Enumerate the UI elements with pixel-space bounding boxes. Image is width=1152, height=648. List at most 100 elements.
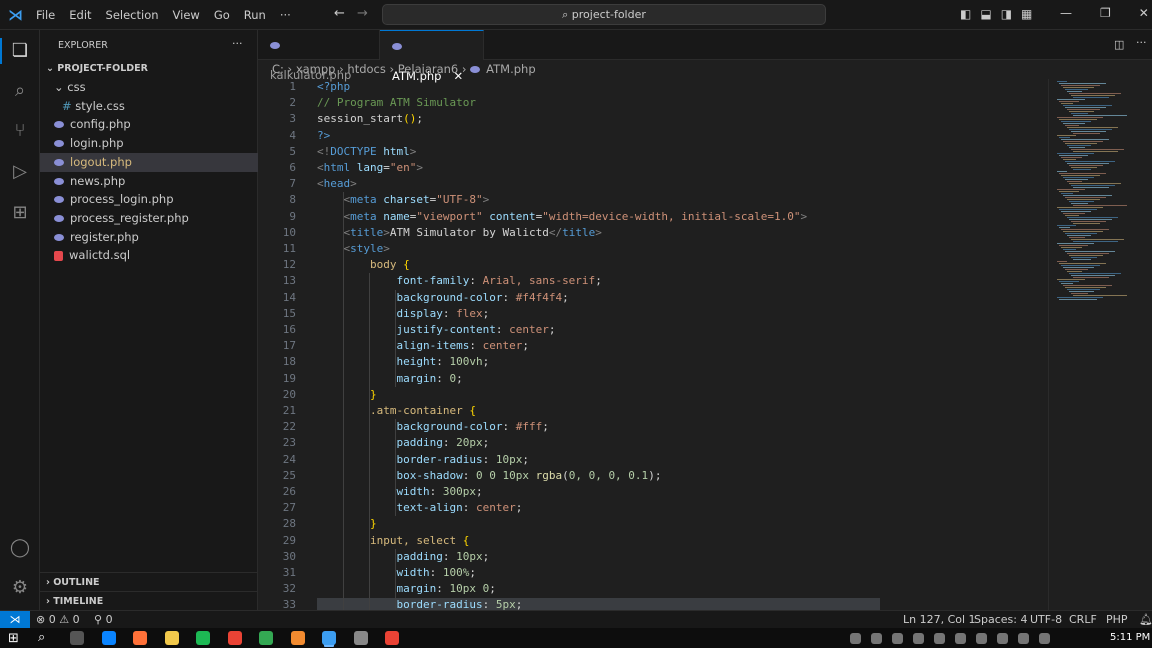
language-mode[interactable]: PHP <box>1106 611 1128 628</box>
code-line[interactable]: background-color: #f4f4f4; <box>317 291 568 304</box>
menu-go[interactable]: Go <box>214 8 230 22</box>
tree-item[interactable]: logout.php <box>40 152 258 172</box>
taskbar-app-icon[interactable] <box>259 631 273 645</box>
tray-icon[interactable] <box>892 633 903 644</box>
tray-icon[interactable] <box>955 633 966 644</box>
search-icon[interactable]: ⌕ <box>8 79 32 103</box>
close-window-button[interactable]: ✕ <box>1139 6 1149 20</box>
account-icon[interactable]: ◯ <box>8 536 32 560</box>
code-line[interactable]: session_start(); <box>317 112 423 125</box>
toggle-panel-icon[interactable]: ⬓ <box>980 7 991 21</box>
code-line[interactable]: <head> <box>317 177 357 190</box>
code-line[interactable]: <title>ATM Simulator by Walictd</title> <box>317 226 602 239</box>
code-line[interactable]: text-align: center; <box>317 501 522 514</box>
code-line[interactable]: font-family: Arial, sans-serif; <box>317 274 601 287</box>
tree-item[interactable]: config.php <box>40 115 258 134</box>
code-line[interactable]: ?> <box>317 129 330 142</box>
customize-layout-icon[interactable]: ▦ <box>1021 7 1032 21</box>
source-control-icon[interactable]: ⑂ <box>8 119 32 143</box>
breadcrumb-item[interactable]: htdocs <box>347 62 385 76</box>
code-line[interactable]: } <box>317 388 377 401</box>
problems-indicator[interactable]: ⊗ 0 ⚠ 0 <box>36 611 80 628</box>
code-line[interactable]: <style> <box>317 242 390 255</box>
minimap[interactable] <box>1048 79 1152 610</box>
tree-item[interactable]: # style.css <box>40 97 258 116</box>
code-line[interactable]: input, select { <box>317 534 469 547</box>
code-line[interactable]: width: 100%; <box>317 566 476 579</box>
menu-selection[interactable]: Selection <box>106 8 159 22</box>
tray-icon[interactable] <box>913 633 924 644</box>
extensions-icon[interactable]: ⊞ <box>8 201 32 225</box>
tray-icon[interactable] <box>871 633 882 644</box>
forward-arrow-icon[interactable]: → <box>357 6 368 21</box>
search-icon[interactable]: ⌕ <box>38 630 45 645</box>
code-line[interactable]: body { <box>317 258 410 271</box>
back-arrow-icon[interactable]: ← <box>334 6 345 21</box>
maximize-button[interactable]: ❐ <box>1100 6 1111 20</box>
notifications-icon[interactable]: 🔔︎ <box>1139 611 1152 628</box>
ports-indicator[interactable]: ⚲ 0 <box>94 611 113 628</box>
breadcrumb-item[interactable]: Pelajaran6 <box>398 62 458 76</box>
taskbar-app-icon[interactable] <box>133 631 147 645</box>
indentation[interactable]: Spaces: 4 <box>974 611 1027 628</box>
menu-file[interactable]: File <box>36 8 55 22</box>
tree-item[interactable]: login.php <box>40 134 258 153</box>
breadcrumb-item[interactable]: ATM.php <box>486 62 535 76</box>
folder-project-folder[interactable]: ⌄ PROJECT-FOLDER <box>40 59 258 78</box>
windows-start-icon[interactable]: ⊞ <box>8 631 19 646</box>
taskbar-app-icon[interactable] <box>196 631 210 645</box>
cursor-position[interactable]: Ln 127, Col 1 <box>903 611 976 628</box>
code-line[interactable]: <?php <box>317 80 350 93</box>
tray-icon[interactable] <box>976 633 987 644</box>
code-line[interactable]: background-color: #fff; <box>317 420 548 433</box>
taskbar-app-icon[interactable] <box>290 631 305 645</box>
tree-item[interactable]: register.php <box>40 228 258 247</box>
tray-icon[interactable] <box>997 633 1008 644</box>
toggle-secondary-sidebar-icon[interactable]: ◨ <box>1001 7 1012 21</box>
tray-icon[interactable] <box>1039 633 1050 644</box>
code-line[interactable]: <html lang="en"> <box>317 161 423 174</box>
menu-edit[interactable]: Edit <box>69 8 91 22</box>
toggle-sidebar-icon[interactable]: ◧ <box>960 7 971 21</box>
tree-item[interactable]: walictd.sql <box>40 246 258 265</box>
menu-view[interactable]: View <box>173 8 200 22</box>
more-actions-icon[interactable]: ··· <box>1136 36 1147 49</box>
clock[interactable]: 5:11 PM <box>1110 632 1150 643</box>
split-editor-icon[interactable]: ◫ <box>1114 38 1124 51</box>
code-line[interactable]: } <box>317 517 377 530</box>
run-debug-icon[interactable]: ▷ <box>8 160 32 184</box>
code-editor[interactable]: 1 <?php 2 // Program ATM Simulator 3 session_… <box>258 79 1048 614</box>
menu-[interactable]: ··· <box>280 8 291 22</box>
explorer-icon[interactable]: ❏ <box>8 39 32 63</box>
minimize-button[interactable]: — <box>1060 6 1072 20</box>
taskbar-app-icon[interactable] <box>227 631 242 645</box>
command-center-search[interactable]: ⌕ project-folder <box>382 4 826 25</box>
tree-item[interactable]: ⌄ css <box>40 78 258 97</box>
tray-icon[interactable] <box>934 633 945 644</box>
explorer-more-button[interactable]: ··· <box>232 37 243 50</box>
code-line[interactable]: <!DOCTYPE html> <box>317 145 416 158</box>
code-line[interactable]: .atm-container { <box>317 404 476 417</box>
code-line[interactable]: justify-content: center; <box>317 323 555 336</box>
code-line[interactable]: width: 300px; <box>317 485 482 498</box>
code-line[interactable]: align-items: center; <box>317 339 528 352</box>
tree-item[interactable]: process_register.php <box>40 209 258 228</box>
code-line[interactable]: <meta name="viewport" content="width=dev… <box>317 210 808 223</box>
breadcrumb-item[interactable]: xampp <box>296 62 336 76</box>
code-line[interactable]: border-radius: 10px; <box>317 453 528 466</box>
tray-icon[interactable] <box>1018 633 1029 644</box>
line-ending[interactable]: CRLF <box>1069 611 1097 628</box>
taskbar-app-icon[interactable] <box>385 631 399 645</box>
taskbar-app-icon[interactable] <box>101 631 116 645</box>
settings-gear-icon[interactable]: ⚙ <box>8 576 32 600</box>
tab-kalkulator[interactable]: kalkulator.php <box>258 30 380 82</box>
breadcrumb-item[interactable]: C: <box>272 62 284 76</box>
timeline-section[interactable]: › TIMELINE <box>40 591 258 610</box>
taskbar-app-icon[interactable] <box>70 631 84 645</box>
taskbar-app-icon[interactable] <box>353 631 368 645</box>
outline-section[interactable]: › OUTLINE <box>40 572 258 591</box>
encoding[interactable]: UTF-8 <box>1030 611 1062 628</box>
remote-icon[interactable]: ⋊ <box>0 611 30 628</box>
code-line[interactable]: margin: 0; <box>317 372 462 385</box>
tab-atm[interactable]: ATM.php ✕ <box>380 30 484 83</box>
